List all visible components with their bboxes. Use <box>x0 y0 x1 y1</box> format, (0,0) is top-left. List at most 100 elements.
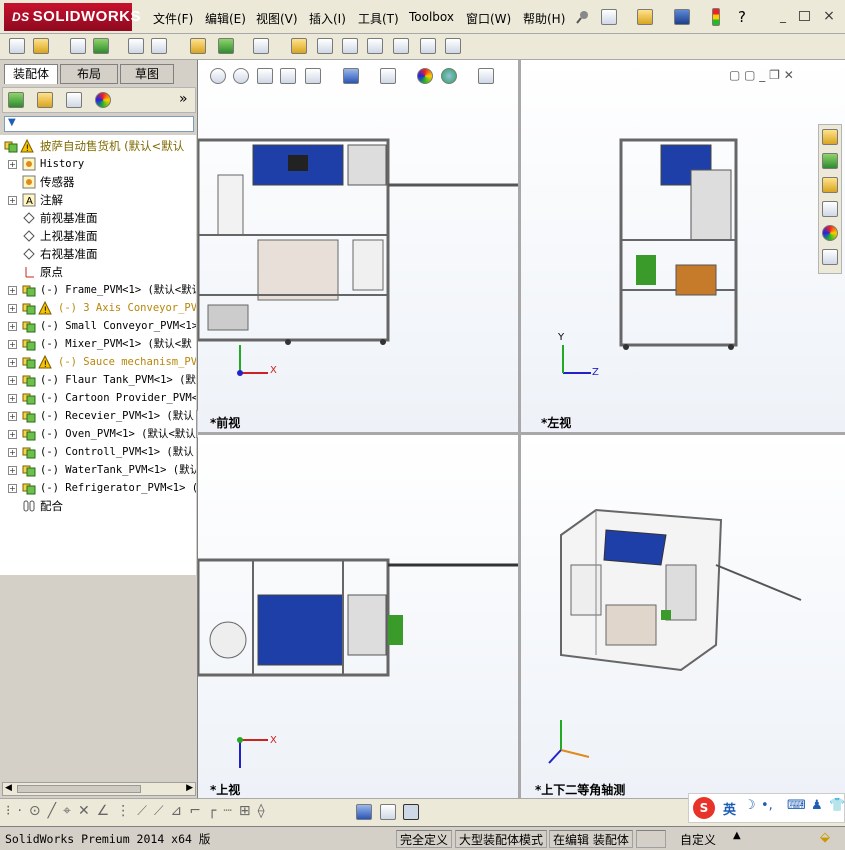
scroll-left-icon[interactable]: ◀ <box>5 783 12 793</box>
ime-language-toggle[interactable]: 英 <box>723 799 736 818</box>
tree-horizontal-scrollbar[interactable]: ◀ ▶ <box>2 782 196 796</box>
ime-keyboard-icon[interactable]: ⌨ <box>787 798 806 813</box>
configuration-manager-icon[interactable] <box>66 92 82 108</box>
feature-manager-icon[interactable] <box>8 92 24 108</box>
previous-view-icon[interactable] <box>257 68 273 84</box>
sogou-ime-icon[interactable]: S <box>693 797 715 819</box>
ime-punctuation-icon[interactable]: •, <box>761 798 773 813</box>
close-button[interactable]: × <box>822 9 836 23</box>
insert-component-icon[interactable] <box>33 38 49 54</box>
display-style-icon[interactable] <box>343 68 359 84</box>
display-manager-icon[interactable] <box>95 92 111 108</box>
four-view-icon[interactable] <box>403 804 419 820</box>
expand-toggle-icon[interactable]: + <box>8 322 17 331</box>
expand-toggle-icon[interactable]: + <box>8 304 17 313</box>
shaded-display-icon[interactable] <box>356 804 372 820</box>
show-hidden-icon[interactable] <box>190 38 206 54</box>
clearance-verification-icon[interactable] <box>420 38 436 54</box>
apply-scene-icon[interactable] <box>441 68 457 84</box>
assembly-features-icon[interactable] <box>218 38 234 54</box>
reference-geometry-icon[interactable] <box>253 38 269 54</box>
viewport-window-controls[interactable]: ▢ ▢ _ ❐ ✕ <box>729 68 794 82</box>
menu-edit[interactable]: 编辑(E) <box>205 10 246 27</box>
menu-insert[interactable]: 插入(I) <box>309 10 346 27</box>
explode-line-sketch-icon[interactable] <box>367 38 383 54</box>
expand-toggle-icon[interactable]: + <box>8 466 17 475</box>
expand-panel-icon[interactable]: » <box>179 91 188 107</box>
edit-appearance-icon[interactable] <box>417 68 433 84</box>
tree-item-label: 传感器 <box>40 175 75 189</box>
interference-detection-icon[interactable] <box>393 38 409 54</box>
units-dropdown-icon[interactable]: ▲ <box>733 830 741 841</box>
feature-tree: ! 披萨自动售货机 (默认<默认 + History 传感器 + A 注解 前视基准面 上视基准面… <box>0 135 196 575</box>
menu-file[interactable]: 文件(F) <box>153 10 193 27</box>
restore-button[interactable] <box>799 11 810 21</box>
move-component-icon[interactable] <box>151 38 167 54</box>
design-library-icon[interactable] <box>822 153 838 169</box>
scroll-right-icon[interactable]: ▶ <box>186 783 193 793</box>
viewport-left[interactable]: Y Z *左视 ▢ ▢ _ ❐ ✕ <box>521 60 845 432</box>
open-folder-icon[interactable] <box>637 9 653 25</box>
linear-pattern-icon[interactable] <box>93 38 109 54</box>
expand-toggle-icon[interactable]: + <box>8 376 17 385</box>
menu-toolbox[interactable]: Toolbox <box>409 10 454 24</box>
appearances-scenes-icon[interactable] <box>822 225 838 241</box>
expand-toggle-icon[interactable]: + <box>8 430 17 439</box>
ime-user-icon[interactable]: ♟ <box>811 798 823 813</box>
tab-layout[interactable]: 布局 <box>60 64 118 84</box>
expand-toggle-icon[interactable]: + <box>8 340 17 349</box>
viewport-trimetric[interactable]: *上下二等角轴测 <box>521 435 845 798</box>
pin-icon[interactable] <box>575 9 591 25</box>
view-bottom-toolbar: ⁝·⊙╱⌖✕∠⋮⟋⟋⊿⌐┌┈⊞⟠ S 英 ☽ •, ⌨ ♟ 👕 <box>0 793 845 826</box>
view-orientation-dropdown-icon[interactable] <box>305 68 321 84</box>
graphics-area[interactable]: X ◯◯ *前视 Y Z *左视 ▢ ▢ _ ❐ ✕ <box>198 60 845 798</box>
rebuild-traffic-light-icon[interactable] <box>712 8 720 26</box>
tab-assembly[interactable]: 装配体 <box>4 64 58 84</box>
bill-of-materials-icon[interactable] <box>317 38 333 54</box>
sketch-tools-row[interactable]: ⁝·⊙╱⌖✕∠⋮⟋⟋⊿⌐┌┈⊞⟠ <box>6 803 272 819</box>
custom-properties-icon[interactable] <box>822 249 838 265</box>
smart-fasteners-icon[interactable] <box>128 38 144 54</box>
expand-toggle-icon[interactable]: + <box>8 448 17 457</box>
solidworks-logo[interactable]: DS SOLIDWORKS <box>4 3 141 31</box>
zoom-to-fit-icon[interactable] <box>210 68 226 84</box>
menu-window[interactable]: 窗口(W) <box>466 10 511 27</box>
mate-icon[interactable] <box>70 38 86 54</box>
scroll-thumb[interactable] <box>17 785 141 793</box>
view-palette-icon[interactable] <box>822 201 838 217</box>
expand-toggle-icon[interactable]: + <box>8 412 17 421</box>
expand-toggle-icon[interactable]: + <box>8 196 17 205</box>
menu-tools[interactable]: 工具(T) <box>358 10 399 27</box>
new-document-icon[interactable] <box>601 9 617 25</box>
property-manager-icon[interactable] <box>37 92 53 108</box>
minimize-button[interactable]: _ <box>776 9 790 23</box>
expand-toggle-icon[interactable]: + <box>8 358 17 367</box>
filter-input[interactable]: ▼ <box>4 116 194 132</box>
file-explorer-icon[interactable] <box>822 177 838 193</box>
menu-help[interactable]: 帮助(H) <box>523 10 565 27</box>
new-part-icon[interactable] <box>9 38 25 54</box>
expand-toggle-icon[interactable]: + <box>8 286 17 295</box>
ime-skin-icon[interactable]: 👕 <box>829 798 845 813</box>
zoom-to-area-icon[interactable] <box>233 68 249 84</box>
viewport-front[interactable]: X ◯◯ *前视 <box>198 60 518 432</box>
hide-show-items-icon[interactable] <box>380 68 396 84</box>
single-view-icon[interactable] <box>380 804 396 820</box>
status-units[interactable]: 自定义 <box>680 831 716 848</box>
instant3d-icon[interactable] <box>445 38 461 54</box>
expand-toggle-icon[interactable]: + <box>8 484 17 493</box>
tag-icon[interactable]: ⬙ <box>820 830 830 845</box>
new-motion-study-icon[interactable] <box>291 38 307 54</box>
solidworks-resources-icon[interactable] <box>822 129 838 145</box>
expand-toggle-icon[interactable]: + <box>8 160 17 169</box>
menu-view[interactable]: 视图(V) <box>256 10 298 27</box>
viewport-top[interactable]: X *上视 <box>198 435 518 798</box>
view-settings-icon[interactable] <box>478 68 494 84</box>
save-icon[interactable] <box>674 9 690 25</box>
tab-sketch[interactable]: 草图 <box>120 64 174 84</box>
exploded-view-icon[interactable] <box>342 38 358 54</box>
section-view-icon[interactable] <box>280 68 296 84</box>
help-icon[interactable]: ? <box>738 8 754 26</box>
ime-moon-icon[interactable]: ☽ <box>744 798 756 813</box>
expand-toggle-icon[interactable]: + <box>8 394 17 403</box>
